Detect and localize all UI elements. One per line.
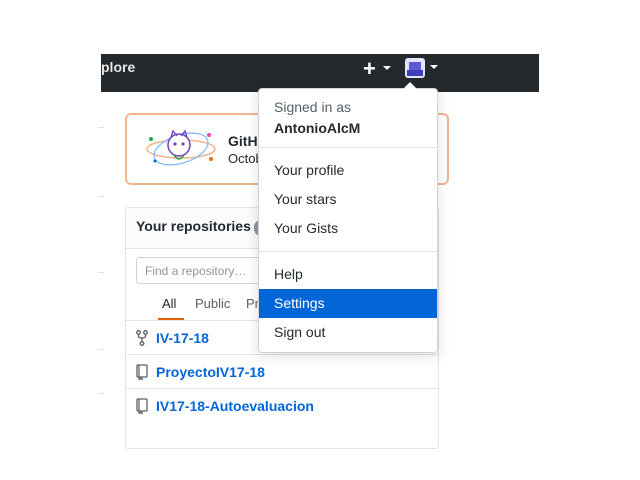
filter-public-tab[interactable]: Public <box>195 296 230 311</box>
user-menu-button[interactable] <box>405 58 439 80</box>
repository-name-link[interactable]: IV17-18-Autoevaluacion <box>156 398 314 414</box>
signed-in-username: AntonioAlcM <box>274 120 361 136</box>
menu-item-label: Help <box>274 266 303 282</box>
plus-icon: + <box>363 56 376 81</box>
menu-item-label: Your stars <box>274 191 337 207</box>
menu-item-your-gists[interactable]: Your Gists <box>259 214 437 243</box>
filter-all-tab[interactable]: All <box>162 296 176 311</box>
avatar <box>405 58 425 78</box>
nav-explore-link[interactable]: plore <box>101 59 135 75</box>
dropdown-caret <box>403 82 417 89</box>
menu-item-label: Sign out <box>274 324 326 340</box>
repository-row[interactable]: ProyectoIV17-18 <box>126 354 438 389</box>
menu-item-label: Settings <box>274 295 325 311</box>
repository-row[interactable]: IV17-18-Autoevaluacion <box>126 388 438 423</box>
chevron-down-icon <box>430 65 438 69</box>
menu-divider <box>259 147 437 148</box>
repository-name-link[interactable]: IV-17-18 <box>156 330 209 346</box>
top-navigation-bar: plore + <box>101 54 539 92</box>
menu-item-help[interactable]: Help <box>259 260 437 289</box>
user-dropdown-menu: Signed in as AntonioAlcM Your profile Yo… <box>258 82 438 353</box>
repo-forked-icon <box>136 330 148 346</box>
repositories-title: Your repositories <box>136 218 251 234</box>
signed-in-label: Signed in as <box>274 99 352 115</box>
menu-item-label: Your profile <box>274 162 345 178</box>
repo-icon <box>136 364 148 380</box>
menu-item-your-stars[interactable]: Your stars <box>259 185 437 214</box>
menu-item-your-profile[interactable]: Your profile <box>259 156 437 185</box>
menu-item-label: Your Gists <box>274 220 339 236</box>
menu-item-settings[interactable]: Settings <box>259 289 437 318</box>
menu-item-sign-out[interactable]: Sign out <box>259 318 437 347</box>
repository-name-link[interactable]: ProyectoIV17-18 <box>156 364 265 380</box>
menu-divider <box>259 251 437 252</box>
repo-icon <box>136 398 148 414</box>
octocat-universe-icon <box>146 129 216 166</box>
chevron-down-icon <box>383 66 391 70</box>
create-new-button[interactable]: + <box>363 56 393 81</box>
